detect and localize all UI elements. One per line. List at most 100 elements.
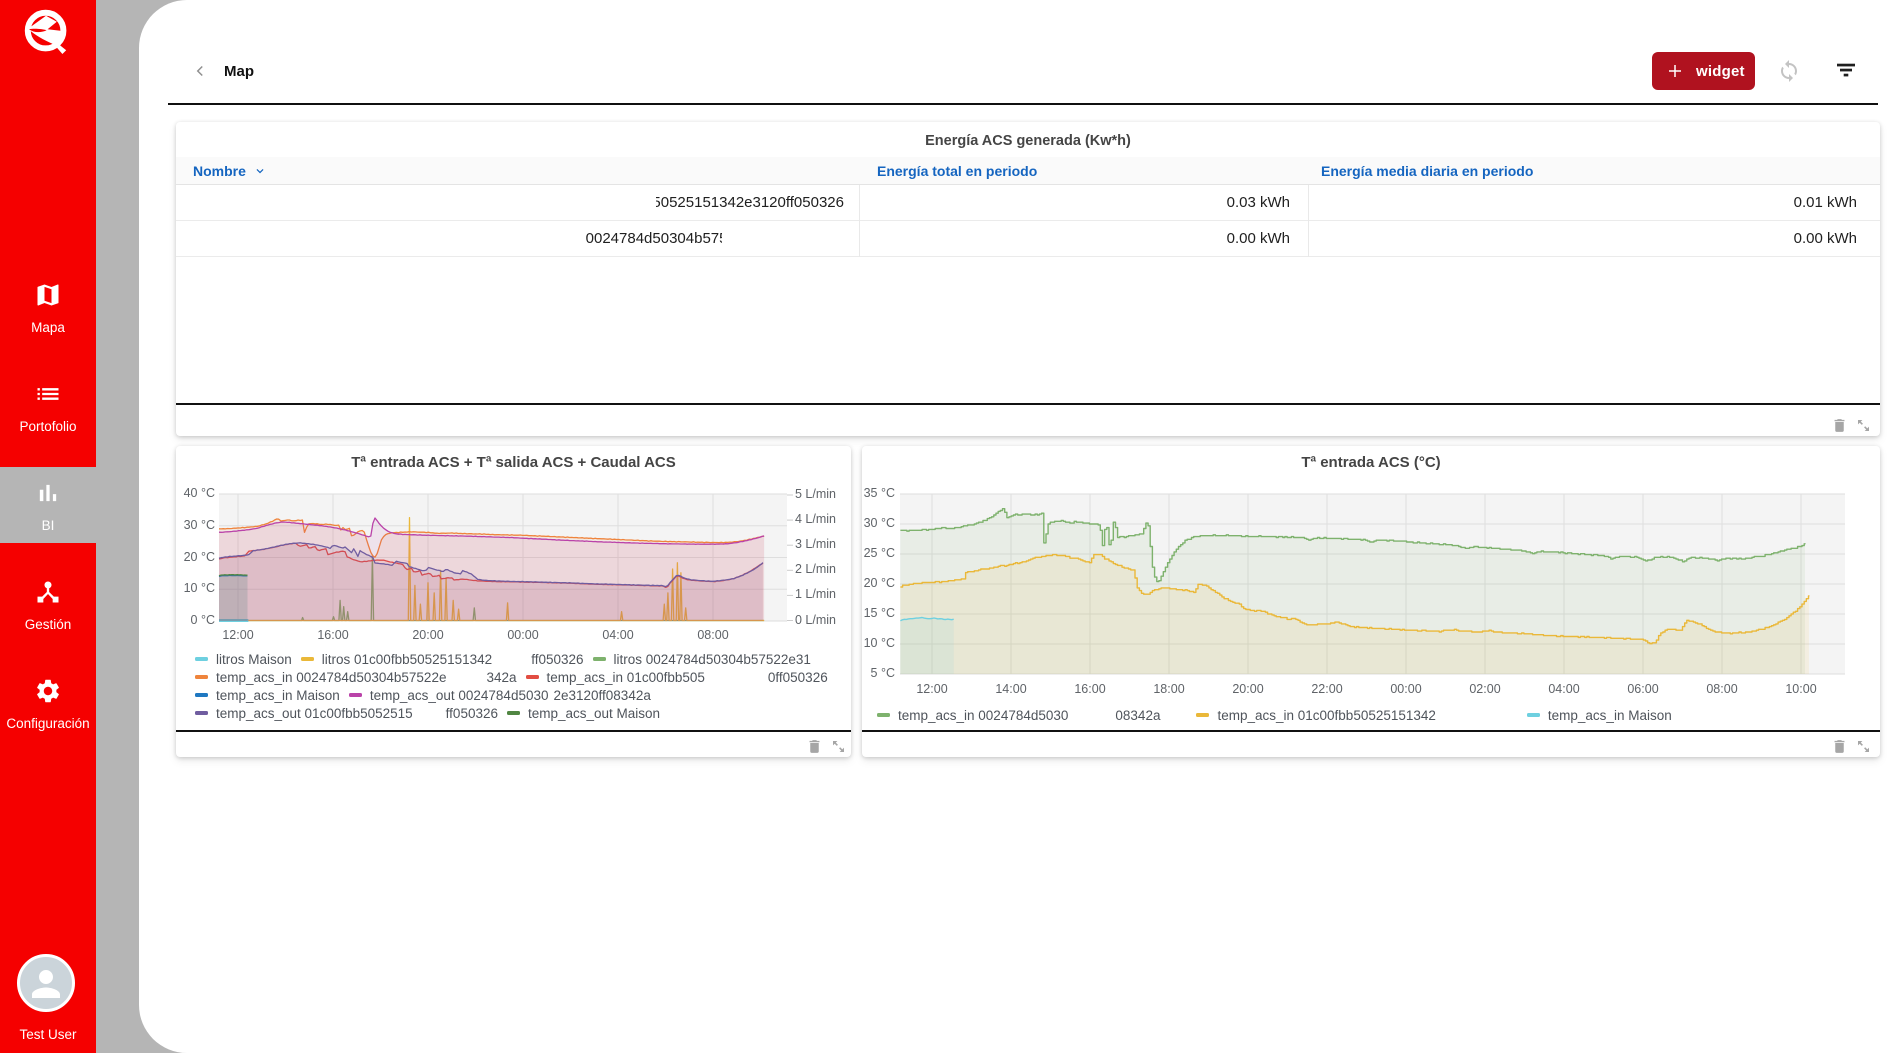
legend-swatch: [1196, 713, 1210, 717]
axis-tick-label: 22:00: [1311, 682, 1343, 696]
axis-tick-label: 15 °C: [863, 606, 895, 620]
axis-tick-label: 5 °C: [870, 666, 895, 680]
legend-label: temp_acs_in 01c00fbb50525151342: [1217, 708, 1436, 723]
legend-item[interactable]: temp_acs_in Maison: [195, 687, 340, 705]
list-icon: [34, 380, 62, 408]
legend-label: 2e3120ff08342a: [553, 688, 651, 703]
axis-tick-label: 04:00: [602, 628, 634, 642]
cell-name: 0024784d50304b57522e3120ff08342a: [176, 221, 859, 257]
axis-tick-label: 30 °C: [863, 516, 895, 530]
left-chart-plot[interactable]: [176, 446, 851, 646]
table-row[interactable]: 01c00fbb50525151342e3120ff050326 0.03 kWh…: [176, 185, 1880, 221]
column-header-total[interactable]: Energía total en periodo: [877, 157, 1037, 185]
legend-swatch: [506, 711, 520, 715]
axis-tick-label: 3 L/min: [795, 537, 836, 552]
back-icon[interactable]: [191, 62, 209, 80]
legend-item[interactable]: temp_acs_in 01c00fbb50525151342: [1196, 707, 1490, 725]
column-header-nombre-label: Nombre: [193, 163, 246, 179]
axis-tick-label: 00:00: [1390, 682, 1422, 696]
redaction-patch: [588, 188, 656, 218]
legend-label: temp_acs_out 0024784d5030: [369, 688, 549, 703]
cell-total: 0.00 kWh: [1226, 230, 1290, 247]
main-content: Map widget Energía ACS generada (Kw*h) N…: [139, 0, 1897, 1053]
add-widget-label: widget: [1696, 63, 1745, 80]
legend-label: temp_acs_out 01c00fbb5052515: [216, 706, 413, 721]
right-chart-widget: Tª entrada ACS (°C) 5 °C 10 °C 15 °C 20 °C 2…: [862, 446, 1880, 757]
table-widget: Energía ACS generada (Kw*h) Nombre Energ…: [176, 122, 1880, 436]
filter-icon[interactable]: [1834, 58, 1858, 82]
legend-label: ff050326: [531, 652, 584, 667]
legend-item[interactable]: temp_acs_out 0024784d5030 2e3120ff08342a: [348, 687, 651, 705]
refresh-icon[interactable]: [1777, 59, 1801, 83]
sort-chevron-down-icon: [253, 159, 267, 187]
legend-label: 0ff050326: [767, 670, 828, 685]
sidebar-item-configuracion[interactable]: Configuración: [0, 665, 96, 741]
axis-tick-label: 20:00: [412, 628, 444, 642]
delete-widget-icon[interactable]: [1831, 417, 1848, 434]
widget-footer-separator: [176, 730, 851, 732]
legend-swatch: [195, 711, 208, 715]
axis-tick-label: 18:00: [1153, 682, 1185, 696]
axis-tick-label: 00:00: [507, 628, 539, 642]
legend-swatch: [592, 657, 606, 661]
axis-tick-label: 20:00: [1232, 682, 1264, 696]
legend-item[interactable]: litros 01c00fbb50525151342 ff050326: [300, 651, 584, 669]
legend-swatch: [348, 693, 362, 697]
axis-tick-label: 0 L/min: [795, 612, 836, 627]
axis-tick-label: 08:00: [697, 628, 729, 642]
delete-widget-icon[interactable]: [806, 738, 823, 755]
add-widget-button[interactable]: widget: [1652, 52, 1755, 90]
series-fill-temp-acs-in-Maison: [900, 617, 954, 674]
axis-tick-label: 14:00: [995, 682, 1027, 696]
sidebar-item-label: BI: [41, 518, 55, 533]
legend-swatch: [877, 713, 890, 717]
axis-tick-label: 5 L/min: [795, 487, 836, 501]
table-body: 01c00fbb50525151342e3120ff050326 0.03 kWh…: [176, 185, 1880, 257]
legend-label: temp_acs_out Maison: [527, 706, 661, 721]
right-chart-plot[interactable]: [862, 446, 1880, 701]
sidebar: Mapa Portofolio BI Gestión Configuración Tes…: [0, 0, 96, 1053]
expand-widget-icon[interactable]: [831, 739, 846, 754]
delete-widget-icon[interactable]: [1831, 738, 1848, 755]
map-icon: [34, 281, 62, 309]
legend-item[interactable]: temp_acs_out Maison: [506, 705, 661, 723]
cell-name: 01c00fbb50525151342e3120ff050326: [176, 185, 859, 221]
settings-icon: [34, 677, 62, 705]
column-header-media[interactable]: Energía media diaria en periodo: [1321, 157, 1533, 185]
legend-item[interactable]: temp_acs_in 0024784d50304b57522e 342a: [195, 669, 517, 687]
sidebar-item-portofolio[interactable]: Portofolio: [0, 368, 96, 444]
widget-footer-separator: [176, 403, 1880, 405]
expand-widget-icon[interactable]: [1856, 739, 1871, 754]
legend-item[interactable]: temp_acs_in 0024784d5030 08342a: [877, 707, 1160, 725]
axis-tick-label: 2 L/min: [795, 562, 836, 577]
axis-tick-label: 02:00: [1469, 682, 1501, 696]
cell-media: 0.00 kWh: [1793, 230, 1857, 247]
legend-label: litros 0024784d50304b57522e31: [613, 652, 811, 667]
expand-widget-icon[interactable]: [1856, 418, 1871, 433]
sidebar-item-gestion[interactable]: Gestión: [0, 566, 96, 642]
dashboard-toolbar: Map widget: [139, 0, 1897, 104]
legend-label: 08342a: [1115, 708, 1161, 723]
widget-footer-separator: [862, 730, 1880, 732]
table-row[interactable]: 0024784d50304b57522e3120ff08342a 0.00 kWh…: [176, 221, 1880, 257]
legend-item[interactable]: temp_acs_in Maison: [1526, 707, 1672, 725]
legend-item[interactable]: temp_acs_out 01c00fbb5052515 ff050326: [195, 705, 498, 723]
axis-tick-label: 40 °C: [183, 486, 215, 500]
legend-item[interactable]: temp_acs_in 01c00fbb505 0ff050326: [525, 669, 828, 687]
axis-tick-label: 20 °C: [183, 549, 215, 564]
sidebar-item-mapa[interactable]: Mapa: [0, 269, 96, 345]
legend-label: litros 01c00fbb50525151342: [321, 652, 493, 667]
legend-item[interactable]: litros 0024784d50304b57522e31: [592, 651, 811, 669]
series-fill-temp-acs-out-Maison: [219, 574, 248, 621]
legend-label: temp_acs_in 0024784d5030: [898, 708, 1069, 723]
toolbar-divider: [168, 103, 1878, 105]
axis-tick-label: 10 °C: [183, 581, 215, 596]
sidebar-item-bi[interactable]: BI: [0, 467, 96, 543]
legend-label: 342a: [486, 670, 517, 685]
axis-tick-label: 04:00: [1548, 682, 1580, 696]
axis-tick-label: 4 L/min: [795, 512, 836, 527]
legend-item[interactable]: litros Maison: [195, 651, 292, 669]
column-header-nombre[interactable]: Nombre: [193, 157, 267, 185]
logo-q-icon[interactable]: [22, 6, 70, 55]
axis-tick-label: 20 °C: [863, 576, 895, 590]
